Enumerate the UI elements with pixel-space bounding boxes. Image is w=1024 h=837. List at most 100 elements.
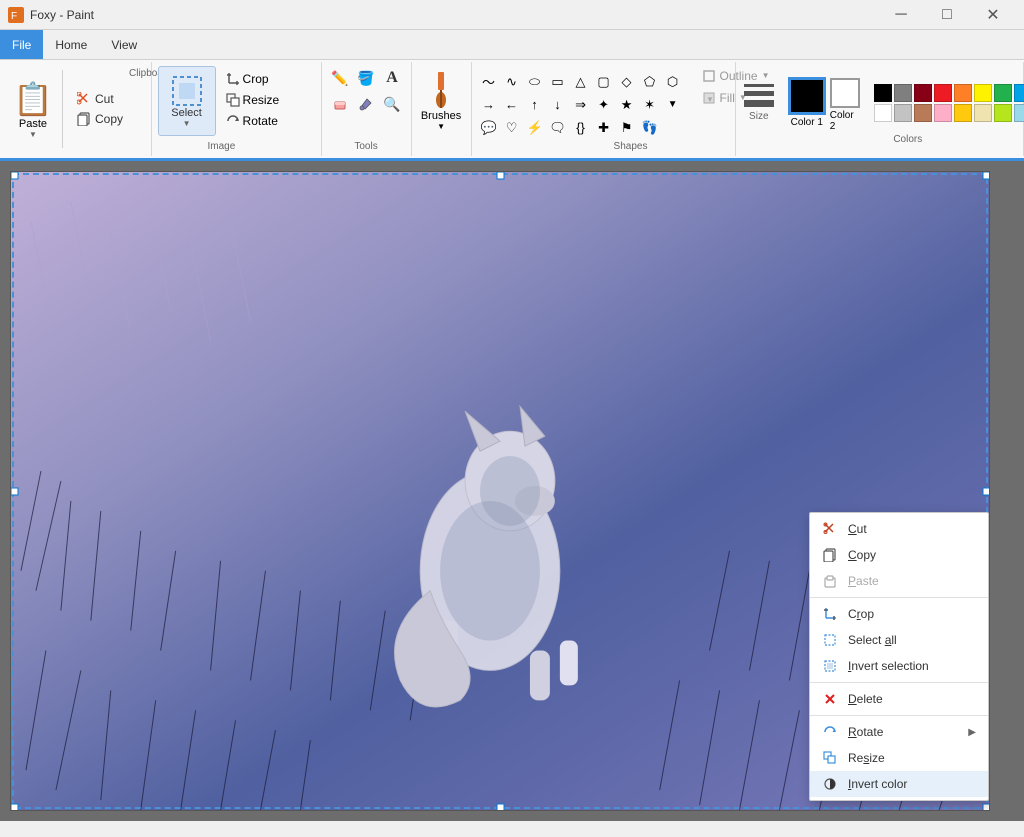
color2-swatch[interactable]	[830, 78, 860, 108]
shape-star6[interactable]: ✶	[639, 94, 661, 116]
shape-callout[interactable]: 💬	[478, 117, 500, 139]
palette-swatch-r0-c1[interactable]	[894, 84, 912, 102]
shape-lightning[interactable]: ⚡	[524, 117, 546, 139]
shape-star5[interactable]: ★	[616, 94, 638, 116]
palette-swatch-r0-c7[interactable]	[1014, 84, 1024, 102]
pencil-tool[interactable]: ✏️	[328, 66, 352, 90]
shape-callout2[interactable]: 🗨	[547, 117, 569, 139]
shape-curve[interactable]: ∿	[501, 71, 523, 93]
title-bar: F Foxy - Paint ─ □ ✕	[0, 0, 1024, 30]
paste-button[interactable]: 📋 Paste ▼	[8, 66, 58, 152]
shape-larrow[interactable]: ←	[501, 94, 523, 116]
crop-button[interactable]: Crop	[220, 70, 286, 88]
minimize-button[interactable]: ─	[878, 0, 924, 30]
context-item-rotate[interactable]: Rotate▶	[810, 719, 988, 745]
rotate-button[interactable]: Rotate	[220, 112, 286, 130]
shape-darrow[interactable]: ↓	[547, 94, 569, 116]
context-item-cut[interactable]: Cut	[810, 516, 988, 542]
palette-swatch-r0-c5[interactable]	[974, 84, 992, 102]
menu-home[interactable]: Home	[43, 30, 99, 59]
shape-star4[interactable]: ✦	[593, 94, 615, 116]
colors-group: Size Color 1 Color 2	[736, 62, 1024, 156]
context-item-delete[interactable]: Delete	[810, 686, 988, 712]
shape-triangle[interactable]: △	[570, 71, 592, 93]
palette-swatch-r1-c5[interactable]	[974, 104, 992, 122]
fill-tool[interactable]: 🪣	[354, 66, 378, 90]
shape-rtrect[interactable]: ▢	[593, 71, 615, 93]
cut-label: Cut	[95, 92, 114, 106]
canvas-image[interactable]: Cut CopyPaste CropSelect all Invert selecti…	[10, 171, 990, 811]
canvas-wrapper: Cut CopyPaste CropSelect all Invert selecti…	[10, 171, 990, 811]
copy-button[interactable]: Copy	[71, 110, 129, 128]
outline-icon	[702, 69, 716, 83]
shape-flag[interactable]: ⚑	[616, 117, 638, 139]
shape-heart[interactable]: ♡	[501, 117, 523, 139]
cut-button[interactable]: Cut	[71, 90, 129, 108]
palette-swatch-r1-c6[interactable]	[994, 104, 1012, 122]
palette-swatch-r0-c2[interactable]	[914, 84, 932, 102]
shape-hexagon[interactable]: ⬡	[662, 71, 684, 93]
palette-swatch-r0-c6[interactable]	[994, 84, 1012, 102]
shape-rect[interactable]: ▭	[547, 71, 569, 93]
paste-icon	[822, 573, 838, 589]
resize-button[interactable]: Resize	[220, 91, 286, 109]
shape-rarrow[interactable]: →	[478, 94, 500, 116]
rotate-icon	[822, 724, 838, 740]
context-item-invert-color[interactable]: Invert color	[810, 771, 988, 797]
brushes-group: Brushes ▼	[412, 62, 472, 156]
text-tool[interactable]: A	[380, 66, 404, 90]
context-item-copy[interactable]: Copy	[810, 542, 988, 568]
close-button[interactable]: ✕	[970, 0, 1016, 30]
colors-group-label: Colors	[744, 134, 1024, 145]
shape-4arrow[interactable]: ⇒	[570, 94, 592, 116]
eraser-tool[interactable]	[328, 92, 352, 116]
crop-icon	[226, 72, 240, 86]
zoom-tool[interactable]: 🔍	[380, 92, 404, 116]
menu-view[interactable]: View	[99, 30, 149, 59]
color1-swatch[interactable]	[788, 77, 826, 115]
palette-swatch-r1-c1[interactable]	[894, 104, 912, 122]
context-item-select-all[interactable]: Select all	[810, 627, 988, 653]
palette-swatch-r1-c3[interactable]	[934, 104, 952, 122]
svg-text:F: F	[11, 11, 17, 22]
shape-pentagon[interactable]: ⬠	[639, 71, 661, 93]
context-label-cut: Cut	[848, 522, 976, 536]
palette-swatch-r1-c4[interactable]	[954, 104, 972, 122]
palette-swatch-r1-c0[interactable]	[874, 104, 892, 122]
palette-swatch-r0-c3[interactable]	[934, 84, 952, 102]
clipboard-right: Cut Copy	[71, 66, 129, 152]
palette-swatch-r0-c4[interactable]	[954, 84, 972, 102]
context-label-delete: Delete	[848, 692, 976, 706]
shape-uarrow[interactable]: ↑	[524, 94, 546, 116]
maximize-button[interactable]: □	[924, 0, 970, 30]
resize-label: Resize	[243, 93, 280, 107]
shape-more[interactable]: ▼	[662, 94, 684, 116]
context-item-invert-selection[interactable]: Invert selection	[810, 653, 988, 679]
select-button[interactable]: Select ▼	[158, 66, 216, 136]
context-item-crop[interactable]: Crop	[810, 601, 988, 627]
context-label-invert-selection: Invert selection	[848, 659, 976, 673]
shape-diamond[interactable]: ◇	[616, 71, 638, 93]
brushes-label: Brushes	[421, 110, 461, 122]
color-picker-tool[interactable]	[354, 92, 378, 116]
context-label-resize: Resize	[848, 751, 976, 765]
menu-file[interactable]: File	[0, 30, 43, 59]
shape-cross[interactable]: ✚	[593, 117, 615, 139]
shape-footprint[interactable]: 👣	[639, 117, 661, 139]
palette-swatch-r0-c0[interactable]	[874, 84, 892, 102]
context-item-resize[interactable]: Resize	[810, 745, 988, 771]
context-item-paste: Paste	[810, 568, 988, 594]
tools-grid: ✏️ 🪣 A 🔍	[328, 66, 404, 116]
palette-swatch-r1-c2[interactable]	[914, 104, 932, 122]
shape-more2[interactable]	[662, 117, 684, 139]
brushes-button[interactable]: Brushes ▼	[414, 66, 469, 135]
canvas-scroll-area[interactable]: Cut CopyPaste CropSelect all Invert selecti…	[0, 161, 1024, 821]
size-line-3	[744, 100, 774, 107]
shape-ellipse[interactable]: ⬭	[524, 71, 546, 93]
image-group-label: Image	[158, 141, 286, 152]
palette-swatch-r1-c7[interactable]	[1014, 104, 1024, 122]
shape-brace[interactable]: {}	[570, 117, 592, 139]
image-group: Select ▼ Crop Resize	[152, 62, 322, 156]
shape-freehand[interactable]: 〜	[478, 71, 500, 93]
color2-label: Color 2	[830, 110, 860, 132]
